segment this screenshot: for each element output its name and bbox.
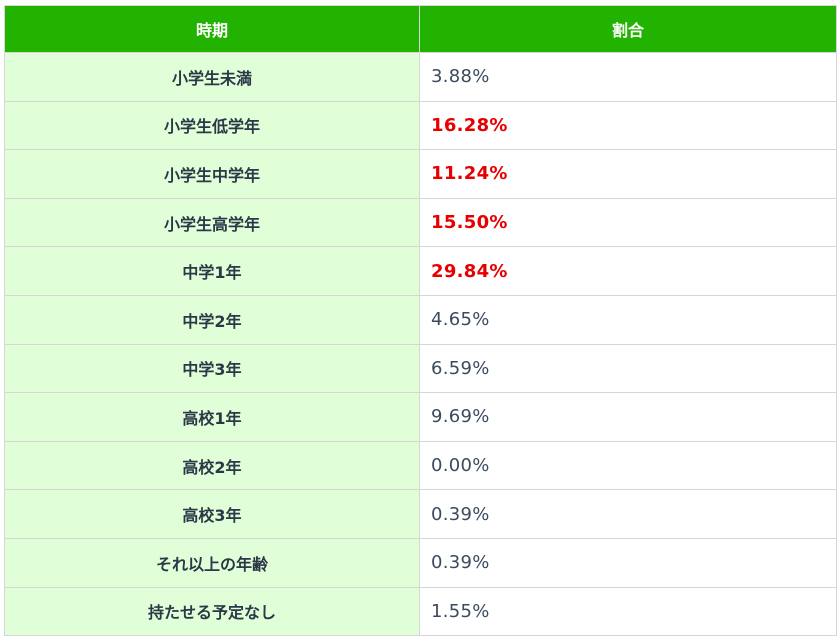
table-row: 小学生未満 3.88% (4, 52, 837, 102)
row-period: 小学生未満 (4, 52, 420, 102)
header-ratio: 割合 (419, 5, 837, 53)
row-ratio: 0.39% (419, 489, 837, 539)
table-row: 小学生低学年 16.28% (4, 100, 837, 151)
table-body: 小学生未満 3.88% 小学生低学年 16.28% 小学生中学年 11.24% … (4, 52, 837, 637)
row-ratio: 1.55% (419, 586, 837, 637)
row-ratio: 0.39% (419, 537, 837, 588)
row-period: 小学生低学年 (4, 100, 420, 151)
row-period: 高校2年 (4, 440, 420, 491)
row-period: 高校3年 (4, 489, 420, 539)
row-period: 中学1年 (4, 246, 420, 296)
row-ratio: 3.88% (419, 52, 837, 102)
row-ratio: 0.00% (419, 440, 837, 491)
table-row: 中学3年 6.59% (4, 343, 837, 394)
row-ratio: 4.65% (419, 294, 837, 345)
table-container: 時期 割合 小学生未満 3.88% 小学生低学年 16.28% 小学生中学年 1… (4, 5, 837, 637)
row-period: それ以上の年齢 (4, 537, 420, 588)
table-row: 高校3年 0.39% (4, 489, 837, 539)
row-ratio: 15.50% (419, 197, 837, 248)
table-row: それ以上の年齢 0.39% (4, 537, 837, 588)
row-ratio: 29.84% (419, 246, 837, 296)
table-row: 中学1年 29.84% (4, 246, 837, 296)
row-ratio: 16.28% (419, 100, 837, 151)
row-period: 小学生高学年 (4, 197, 420, 248)
row-ratio: 11.24% (419, 149, 837, 199)
table-row: 小学生高学年 15.50% (4, 197, 837, 248)
header-period: 時期 (4, 5, 420, 53)
table-row: 中学2年 4.65% (4, 294, 837, 345)
table-row: 高校2年 0.00% (4, 440, 837, 491)
table-row: 小学生中学年 11.24% (4, 149, 837, 199)
row-period: 中学3年 (4, 343, 420, 394)
table-header-row: 時期 割合 (4, 5, 837, 53)
row-ratio: 6.59% (419, 343, 837, 394)
row-period: 高校1年 (4, 392, 420, 442)
row-period: 小学生中学年 (4, 149, 420, 199)
row-ratio: 9.69% (419, 392, 837, 442)
table-row: 高校1年 9.69% (4, 392, 837, 442)
row-period: 中学2年 (4, 294, 420, 345)
data-table: 時期 割合 小学生未満 3.88% 小学生低学年 16.28% 小学生中学年 1… (4, 5, 837, 637)
row-period: 持たせる予定なし (4, 586, 420, 637)
table-row: 持たせる予定なし 1.55% (4, 586, 837, 637)
